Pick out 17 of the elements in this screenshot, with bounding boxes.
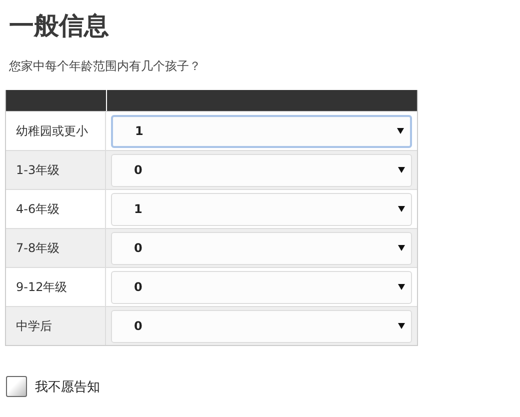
caret-icon bbox=[397, 128, 404, 134]
caret-icon bbox=[398, 245, 405, 251]
decline-checkbox[interactable] bbox=[6, 376, 27, 397]
caret-icon bbox=[398, 323, 405, 329]
count-dropdown[interactable]: 0 bbox=[111, 270, 412, 304]
decline-label[interactable]: 我不愿告知 bbox=[35, 378, 100, 396]
caret-icon bbox=[398, 167, 405, 173]
count-dropdown[interactable]: 0 bbox=[111, 310, 412, 342]
question-text: 您家中每个年龄范围内有几个孩子？ bbox=[9, 58, 202, 74]
count-dropdown[interactable]: 0 bbox=[111, 232, 412, 264]
page-title: 一般信息 bbox=[9, 10, 110, 42]
count-dropdown[interactable]: 1 bbox=[111, 192, 412, 226]
count-dropdown[interactable]: 0 bbox=[111, 154, 412, 186]
caret-icon bbox=[398, 284, 405, 290]
row-label: 中学后 bbox=[6, 307, 106, 345]
caret-icon bbox=[398, 206, 405, 212]
count-dropdown[interactable]: 1 bbox=[111, 114, 412, 148]
